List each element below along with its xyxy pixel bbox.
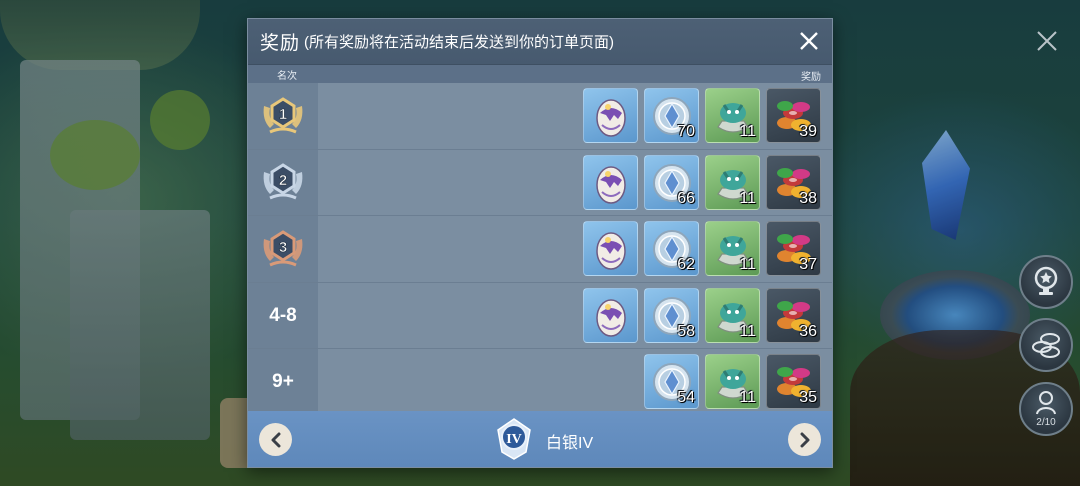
reward-items: 36 11 58 (583, 287, 821, 344)
reward-quantity: 39 (799, 123, 817, 140)
reward-items: 39 11 70 (583, 88, 821, 144)
reward-items: 38 11 66 (583, 154, 821, 211)
gold-medal-icon: 1 (263, 97, 303, 134)
reward-quantity: 54 (677, 389, 695, 407)
tier-name: 白银IV (546, 435, 594, 452)
reward-quantity: 11 (739, 389, 756, 407)
silver-tier-badge-icon: IV (497, 418, 531, 460)
reward-items: 37 11 62 (583, 221, 821, 277)
dragon-egg-icon (596, 165, 626, 204)
reward-table: 1 39 11 70 2 38 11 66 3 37 11 62 4-8 36 11 58 9+ 35 11 54 (248, 83, 832, 416)
rank-cell: 3 (248, 216, 318, 282)
tier-selector: IV 白银IV (248, 411, 832, 467)
reward-row: 9+ 35 11 54 (248, 349, 832, 416)
dragon-statue-reward[interactable]: 11 (705, 88, 760, 143)
dragon-egg-reward[interactable] (583, 221, 638, 277)
dragon-statue-reward[interactable]: 11 (705, 221, 760, 277)
chips-pile-reward[interactable]: 38 (766, 154, 821, 210)
reward-quantity: 11 (739, 322, 756, 340)
rank-label: 4-8 (269, 304, 297, 326)
dragon-statue-reward[interactable]: 11 (705, 354, 760, 410)
silver-coin-reward[interactable]: 66 (644, 154, 699, 210)
side-drawer-tab[interactable] (220, 398, 250, 468)
dragon-egg-icon (596, 232, 626, 270)
dialog-title: 奖励 (260, 33, 301, 54)
dragon-egg-reward[interactable] (583, 287, 638, 343)
silver-coin-reward[interactable]: 62 (644, 221, 699, 277)
trophy-button[interactable] (1019, 255, 1073, 309)
tier-badge-label: IV (506, 432, 522, 447)
chips-pile-reward[interactable]: 39 (766, 88, 821, 143)
chips-pile-reward[interactable]: 37 (766, 221, 821, 277)
silver-medal-icon: 2 (263, 163, 303, 200)
reward-items: 35 11 54 (644, 354, 821, 410)
dragon-statue-reward[interactable]: 11 (705, 154, 760, 210)
rank-cell: 1 (248, 83, 318, 149)
reward-quantity: 11 (739, 256, 756, 274)
coins-icon (1032, 333, 1060, 358)
chips-pile-reward[interactable]: 35 (766, 354, 821, 410)
svg-text:2: 2 (279, 172, 287, 189)
rank-cell: 2 (248, 149, 318, 216)
svg-text:3: 3 (279, 239, 287, 256)
column-reward-label: 奖励 (801, 72, 821, 83)
dragon-egg-reward[interactable] (583, 154, 638, 210)
dragon-egg-icon (596, 99, 626, 137)
reward-row: 4-8 36 11 58 (248, 282, 832, 350)
chevron-right-icon (800, 432, 809, 447)
silver-coin-reward[interactable]: 54 (644, 354, 699, 410)
silver-coin-reward[interactable]: 70 (644, 88, 699, 143)
reward-quantity: 66 (677, 189, 695, 207)
reward-quantity: 37 (799, 256, 817, 274)
previous-tier-button[interactable] (259, 423, 292, 456)
chips-pile-reward[interactable]: 36 (766, 287, 821, 343)
reward-quantity: 11 (739, 189, 756, 207)
next-tier-button[interactable] (788, 423, 821, 456)
rewards-dialog: 奖励 (所有奖励将在活动结束后发送到你的订单页面) 名次 奖励 1 39 11 70 2… (247, 18, 833, 468)
dialog-subtitle: (所有奖励将在活动结束后发送到你的订单页面) (304, 34, 615, 51)
reward-row: 3 37 11 62 (248, 216, 832, 283)
character-icon (1036, 391, 1056, 415)
chevron-left-icon (271, 432, 280, 447)
pet-button[interactable]: 2/10 (1019, 382, 1073, 436)
svg-text:1: 1 (279, 106, 287, 123)
dragon-egg-reward[interactable] (583, 88, 638, 143)
reward-quantity: 38 (799, 189, 817, 207)
dragon-egg-icon (596, 299, 626, 337)
reward-quantity: 35 (799, 389, 817, 407)
reward-quantity: 58 (677, 322, 695, 340)
dialog-header: 奖励 (所有奖励将在活动结束后发送到你的订单页面) (248, 19, 832, 65)
reward-quantity: 36 (799, 322, 817, 340)
rank-cell: 4-8 (248, 282, 318, 349)
bronze-medal-icon: 3 (263, 230, 303, 267)
column-rank-label: 名次 (277, 71, 297, 82)
silver-coin-reward[interactable]: 58 (644, 287, 699, 343)
close-icon[interactable] (798, 30, 820, 52)
trophy-icon (1034, 266, 1058, 295)
column-header: 名次 奖励 (248, 65, 832, 83)
rank-cell: 9+ (248, 349, 318, 415)
reward-quantity: 70 (677, 123, 695, 140)
reward-quantity: 11 (739, 123, 756, 140)
rank-label: 9+ (272, 371, 294, 393)
reward-row: 2 38 11 66 (248, 149, 832, 217)
coins-button[interactable] (1019, 318, 1073, 372)
reward-row: 1 39 11 70 (248, 83, 832, 150)
dragon-statue-reward[interactable]: 11 (705, 287, 760, 343)
close-icon[interactable] (1032, 26, 1062, 56)
pet-count: 2/10 (1036, 417, 1056, 428)
reward-quantity: 62 (677, 256, 695, 274)
